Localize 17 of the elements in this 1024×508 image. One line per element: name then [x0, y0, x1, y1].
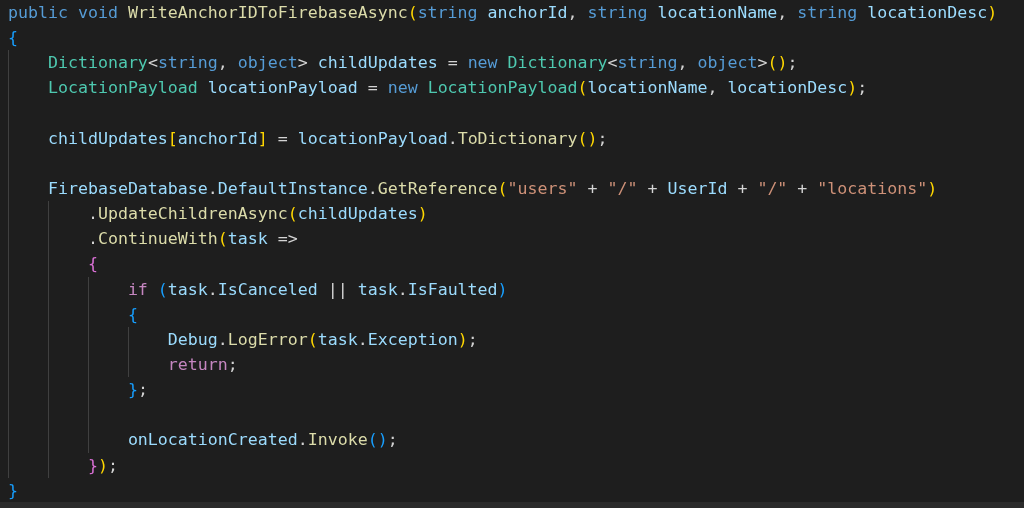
code-line: { [86, 253, 98, 276]
code-line: }); [86, 454, 118, 477]
code-line: FirebaseDatabase.DefaultInstance.GetReference("users" + "/" + UserId + "/" + "locations") [46, 178, 938, 200]
code-line: Dictionary<string, object> childUpdates = new Dictionary<string, object>(); [46, 52, 798, 75]
code-line: public void WriteAnchorIDToFirebaseAsync(string anchorId, string locationName, string locationDesc) [8, 2, 998, 24]
code-line: } [8, 479, 18, 502]
code-line: { [8, 27, 18, 50]
code-line: { [126, 303, 138, 326]
code-line: if (task.IsCanceled || task.IsFaulted) [126, 278, 508, 301]
code-line: childUpdates[anchorId] = locationPayload.ToDictionary(); [46, 127, 608, 150]
code-line: LocationPayload locationPayload = new LocationPayload(locationName, locationDesc); [46, 77, 868, 100]
code-line: }; [126, 379, 148, 402]
code-line: onLocationCreated.Invoke(); [126, 429, 398, 452]
code-line: .ContinueWith(task => [86, 228, 298, 251]
code-line: Debug.LogError(task.Exception); [166, 328, 478, 351]
code-line: .UpdateChildrenAsync(childUpdates) [86, 203, 428, 226]
code-line: return; [166, 353, 238, 376]
